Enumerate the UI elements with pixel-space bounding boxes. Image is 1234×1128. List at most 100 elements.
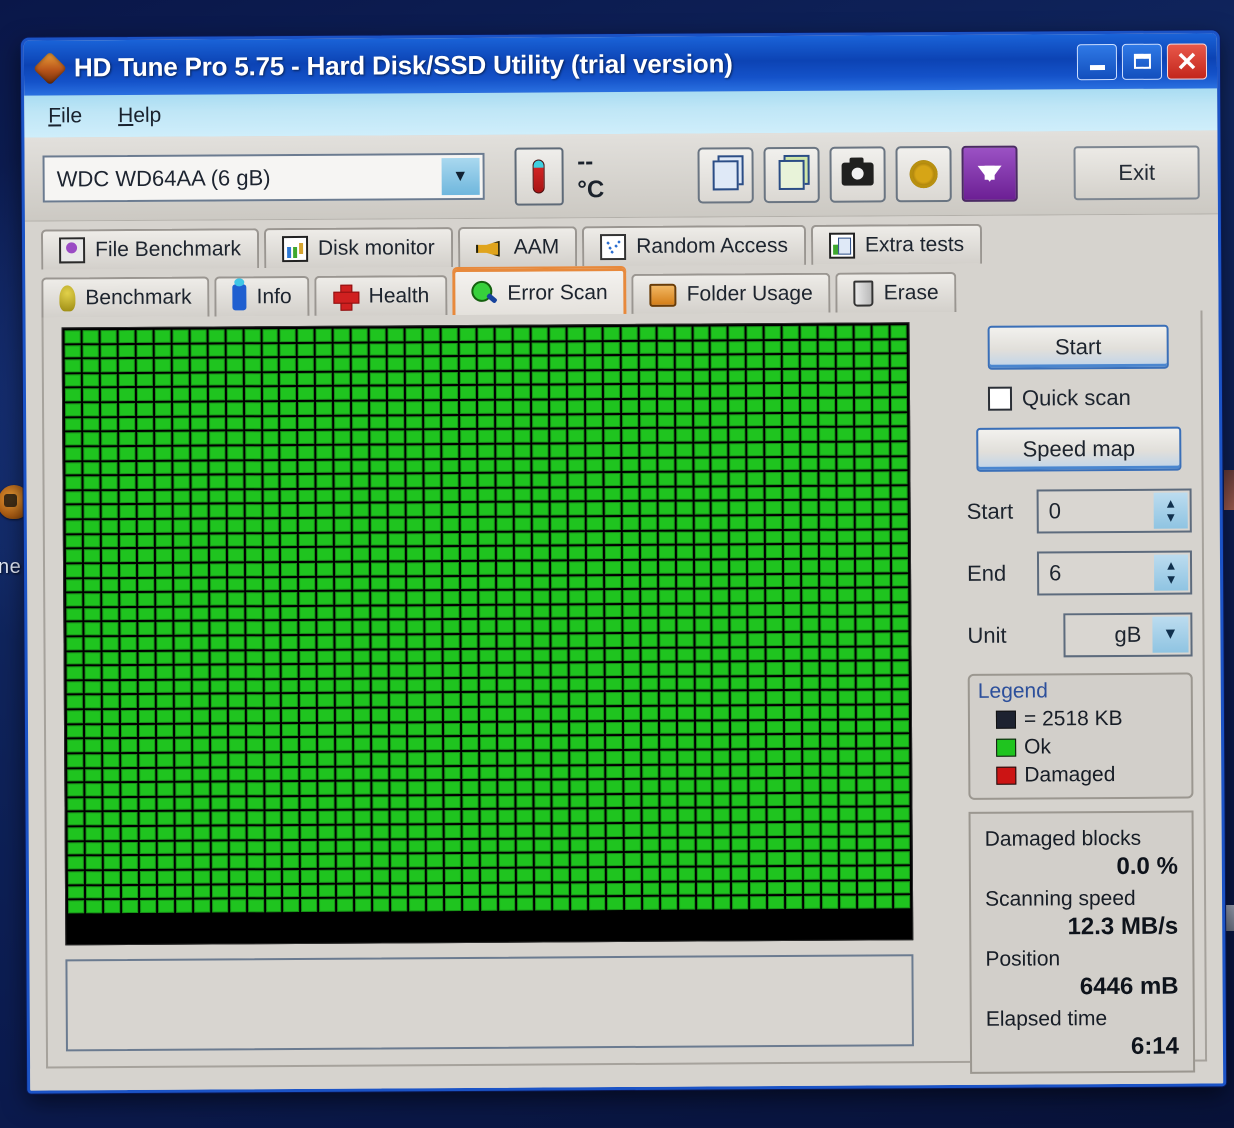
spinner-down-icon[interactable]: ▼	[1165, 572, 1178, 587]
exit-button[interactable]: Exit	[1073, 144, 1200, 200]
map-block	[408, 708, 425, 722]
map-block	[640, 604, 657, 618]
start-button[interactable]: Start	[987, 324, 1169, 370]
map-block	[604, 517, 621, 530]
map-block	[893, 836, 910, 850]
chevron-down-icon[interactable]: ▼	[1152, 616, 1189, 653]
tab-file-benchmark[interactable]: File Benchmark	[40, 228, 260, 270]
desktop-edge-artifact	[1224, 470, 1234, 510]
map-block	[426, 810, 443, 824]
map-block	[498, 810, 515, 823]
map-block	[499, 912, 516, 926]
map-block	[335, 621, 352, 634]
minimize-button[interactable]	[1076, 43, 1118, 80]
map-block	[280, 460, 297, 474]
map-block	[711, 487, 729, 500]
map-block	[730, 633, 747, 646]
map-block	[873, 442, 890, 456]
options-button[interactable]	[895, 145, 952, 202]
map-block	[211, 899, 228, 913]
tab-aam[interactable]: AAM	[457, 226, 578, 268]
drive-select[interactable]: WDC WD64AA (6 gB) ▼	[42, 152, 485, 203]
quick-scan-row[interactable]: Quick scan	[987, 385, 1191, 412]
tab-extra-tests[interactable]: Extra tests	[810, 223, 983, 265]
map-block	[858, 895, 875, 909]
map-block	[639, 370, 656, 384]
map-block	[335, 533, 352, 547]
speed-map-button[interactable]: Speed map	[976, 426, 1182, 472]
map-block	[264, 694, 281, 708]
map-block	[819, 369, 836, 383]
map-block	[804, 852, 821, 865]
map-block	[659, 765, 676, 778]
close-button[interactable]: ✕	[1166, 42, 1208, 80]
tab-health[interactable]: Health	[314, 275, 448, 316]
map-block	[299, 533, 316, 547]
map-block	[695, 706, 712, 720]
map-block	[228, 782, 245, 796]
map-block	[803, 837, 820, 851]
menu-item-help[interactable]: Help	[118, 104, 161, 128]
tab-random-access[interactable]: Random Access	[582, 224, 807, 267]
copy-image-button[interactable]	[763, 146, 820, 203]
map-block	[642, 853, 659, 866]
map-block	[354, 810, 371, 824]
map-block	[531, 385, 548, 399]
end-spinner[interactable]: ▲ ▼	[1153, 554, 1189, 591]
tab-error-scan[interactable]: Error Scan	[452, 267, 627, 316]
map-block	[317, 577, 334, 591]
scatter-dots-icon	[600, 233, 627, 261]
start-input[interactable]: 0 ▲ ▼	[1036, 488, 1192, 534]
map-block	[173, 519, 190, 533]
map-block	[444, 781, 461, 794]
map-block	[893, 822, 910, 836]
maximize-button[interactable]	[1121, 43, 1163, 80]
menu-item-file[interactable]: File	[48, 104, 82, 128]
map-block	[517, 912, 534, 926]
spinner-down-icon[interactable]: ▼	[1164, 510, 1177, 525]
map-block	[549, 341, 566, 355]
tab-disk-monitor[interactable]: Disk monitor	[263, 227, 453, 269]
map-block	[389, 591, 406, 605]
map-block	[549, 356, 566, 370]
map-block	[677, 794, 694, 808]
map-block	[767, 676, 784, 690]
map-block	[839, 837, 856, 850]
tab-info[interactable]: Info	[214, 275, 310, 317]
map-block	[263, 577, 280, 591]
map-block	[695, 662, 712, 676]
map-block	[514, 532, 531, 545]
map-block	[766, 633, 783, 646]
map-block	[300, 708, 317, 722]
map-block	[174, 651, 191, 664]
map-block	[442, 488, 459, 502]
tab-erase[interactable]: Erase	[835, 271, 957, 313]
map-block	[732, 896, 749, 910]
quick-scan-checkbox[interactable]	[987, 386, 1013, 411]
map-block	[515, 590, 532, 604]
map-block	[603, 443, 621, 457]
map-block	[121, 856, 138, 869]
block-map[interactable]	[61, 322, 914, 946]
map-block	[587, 736, 604, 750]
map-block	[874, 705, 891, 719]
download-button[interactable]	[961, 145, 1018, 202]
end-input[interactable]: 6 ▲ ▼	[1036, 550, 1193, 596]
chevron-down-icon[interactable]: ▼	[441, 157, 480, 196]
start-spinner[interactable]: ▲ ▼	[1153, 492, 1188, 529]
map-block	[192, 738, 209, 752]
map-block	[732, 852, 749, 866]
map-block	[300, 782, 317, 795]
unit-select[interactable]: gB ▼	[1063, 612, 1193, 658]
map-block	[855, 500, 872, 514]
lightbulb-icon	[59, 285, 76, 312]
map-block	[605, 634, 622, 647]
map-block	[192, 621, 209, 635]
temperature-button[interactable]	[514, 146, 564, 206]
copy-button[interactable]	[697, 146, 754, 204]
screenshot-button[interactable]	[829, 145, 886, 203]
tab-benchmark[interactable]: Benchmark	[41, 276, 210, 318]
map-block	[280, 475, 297, 488]
map-block	[766, 545, 783, 559]
tab-folder-usage[interactable]: Folder Usage	[631, 272, 831, 314]
